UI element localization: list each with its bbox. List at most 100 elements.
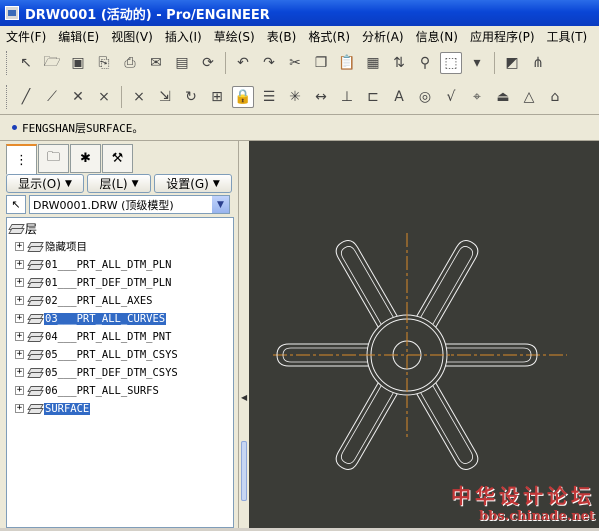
layer-item-label: 04___PRT_ALL_DTM_PNT [45,330,172,343]
balloon-icon[interactable]: ◎ [414,86,436,108]
expand-icon[interactable]: + [15,296,24,305]
delete-icon[interactable]: × [128,86,150,108]
expand-icon[interactable]: + [15,404,24,413]
print-icon[interactable]: ⎙ [119,52,141,74]
layer-item[interactable]: + SURFACE [15,400,91,417]
layer-icon [28,295,42,306]
save-copy-icon[interactable]: ⎘ [93,52,115,74]
gtol-icon[interactable]: ⌖ [466,86,488,108]
box-select-icon[interactable]: ⬚ [440,52,462,74]
model-tree-tab-icon[interactable]: ⋮ [6,144,37,175]
layer-item[interactable]: +01___PRT_DEF_DTM_PLN [15,274,172,291]
layer-item[interactable]: +02___PRT_ALL_AXES [15,292,153,309]
menu-file[interactable]: 文件(F) [0,28,52,45]
undo-icon[interactable]: ↶ [232,52,254,74]
show-annotations-icon[interactable]: ✳ [284,86,306,108]
find-icon[interactable]: ⚲ [414,52,436,74]
layer-item[interactable]: +01___PRT_ALL_DTM_PLN [15,256,172,273]
menu-analysis[interactable]: 分析(A) [356,28,410,45]
scrollbar-thumb[interactable] [241,441,247,501]
expand-icon[interactable]: + [15,260,24,269]
toolbar-separator [225,52,226,74]
corner-icon[interactable]: ⨯ [93,86,115,108]
open-folder-icon[interactable]: 🗁 [41,52,63,74]
save-icon[interactable]: ▣ [67,52,89,74]
paste-icon[interactable]: 📋 [336,52,358,74]
layer-icon [28,313,42,324]
folder-tab-icon[interactable]: 🗀 [38,144,69,173]
layer-item[interactable]: +05___PRT_DEF_DTM_CSYS [15,364,179,381]
menu-view[interactable]: 视图(V) [105,28,159,45]
redo-icon[interactable]: ↷ [258,52,280,74]
ordinate-dimension-icon[interactable]: ⊥ [336,86,358,108]
expand-icon[interactable]: + [15,242,24,251]
expand-icon[interactable]: + [15,368,24,377]
model-row: ↖ DRW0001.DRW (顶级模型) ▼ [6,195,230,214]
table-icon[interactable]: ☰ [258,86,280,108]
select-in-model-button[interactable]: ↖ [6,195,26,214]
panel-splitter[interactable]: ◀ [238,141,249,528]
sketch-chain-icon[interactable]: ⟋ [41,86,63,108]
menu-table[interactable]: 表(B) [261,28,303,45]
reference-dimension-icon[interactable]: ⊏ [362,86,384,108]
cursor-icon: ↖ [11,198,21,211]
trim-icon[interactable]: ✕ [67,86,89,108]
menu-insert[interactable]: 插入(I) [159,28,208,45]
layer-item[interactable]: +06___PRT_ALL_SURFS [15,382,160,399]
drawing-canvas[interactable]: 中华设计论坛 bbs.chinade.net [249,141,599,528]
menu-info[interactable]: 信息(N) [410,28,464,45]
place-view-icon[interactable]: ⊞ [206,86,228,108]
sketch-view-icon[interactable]: ◩ [501,52,523,74]
settings-dropdown[interactable]: 设置(G) ▼ [154,174,232,193]
collapse-left-icon[interactable]: ◀ [241,393,247,402]
copy-icon[interactable]: ❐ [310,52,332,74]
layer-item[interactable]: + 隐藏项目 [15,238,88,255]
layer-item[interactable]: +04___PRT_ALL_DTM_PNT [15,328,172,345]
menu-applications[interactable]: 应用程序(P) [464,28,541,45]
dropdown-arrow-icon[interactable]: ▾ [466,52,488,74]
expand-icon[interactable]: + [15,332,24,341]
layer-icon [28,277,42,288]
expand-icon[interactable]: + [15,314,24,323]
symbol-icon[interactable]: △ [518,86,540,108]
active-model-select[interactable]: DRW0001.DRW (顶级模型) ▼ [29,195,230,214]
regenerate-icon[interactable]: ⟳ [197,52,219,74]
select-pointer-icon[interactable]: ↖ [15,52,37,74]
sketch-line-icon[interactable]: ╱ [15,86,37,108]
layer-tab-icon[interactable]: ⚒ [102,144,133,173]
surface-finish-icon[interactable]: √ [440,86,462,108]
lock-view-icon[interactable]: 🔒 [232,86,254,108]
paste-special-icon[interactable]: ▦ [362,52,384,74]
move-icon[interactable]: ⇲ [154,86,176,108]
swap-icon[interactable]: ⇅ [388,52,410,74]
chevron-down-icon[interactable]: ▼ [212,196,229,213]
symbol-gallery-icon[interactable]: ⌂ [544,86,566,108]
rotate-icon[interactable]: ↻ [180,86,202,108]
app-icon [5,6,19,20]
menu-sketch[interactable]: 草绘(S) [208,28,261,45]
toolbar-grip[interactable] [6,51,9,75]
expand-icon[interactable]: + [15,386,24,395]
layer-item[interactable]: +05___PRT_ALL_DTM_CSYS [15,346,179,363]
menu-tools[interactable]: 工具(T) [541,28,594,45]
dimension-icon[interactable]: ↔ [310,86,332,108]
fan-drawing-view[interactable] [249,141,599,528]
toolbar-grip[interactable] [6,85,9,109]
layer-item[interactable]: +03___PRT_ALL_CURVES [15,310,167,327]
page-setup-icon[interactable]: ▤ [171,52,193,74]
expand-icon[interactable]: + [15,350,24,359]
cut-icon[interactable]: ✂ [284,52,306,74]
menu-edit[interactable]: 编辑(E) [52,28,105,45]
layer-dropdown[interactable]: 层(L) ▼ [87,174,151,193]
note-icon[interactable]: A [388,86,410,108]
datum-icon[interactable]: ⏏ [492,86,514,108]
watermark-url: bbs.chinade.net [479,509,595,524]
layer-dropdown-label: 层(L) [99,177,128,191]
layer-tree-root[interactable]: 层 [9,220,37,236]
snap-icon[interactable]: ⋔ [527,52,549,74]
send-mail-icon[interactable]: ✉ [145,52,167,74]
expand-icon[interactable]: + [15,278,24,287]
favorites-tab-icon[interactable]: ✱ [70,144,101,173]
show-dropdown[interactable]: 显示(O) ▼ [6,174,84,193]
menu-format[interactable]: 格式(R) [302,28,356,45]
